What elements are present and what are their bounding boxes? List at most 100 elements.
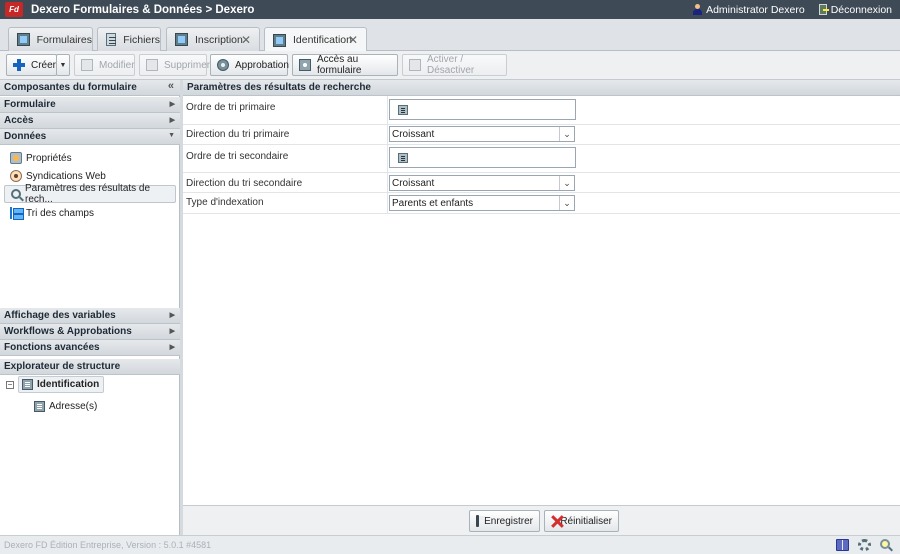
main-panel: Paramètres des résultats de recherche Or… [183,80,900,535]
tree-root[interactable]: − Identification [6,376,105,393]
select-value: Parents et enfants [392,197,474,209]
section-donnees[interactable]: Données ▼ [0,129,180,145]
field-label: Direction du tri secondaire [186,178,303,189]
field-label: Type d'indexation [186,197,264,208]
secondary-sort-direction-select[interactable]: Croissant ⌄ [389,175,575,191]
components-title: Composantes du formulaire [4,82,137,93]
close-icon[interactable]: ✕ [241,33,251,47]
tab-inscription[interactable]: Inscription ✕ [166,27,260,51]
form-row: Direction du tri primaire Croissant ⌄ [183,125,900,145]
form-row: Ordre de tri primaire [183,96,900,125]
tree-node-adresses[interactable]: Adresse(s) [34,401,97,412]
form-icon [17,33,30,46]
user-link[interactable]: Administrator Dexero [693,4,805,16]
close-icon[interactable]: ✕ [348,33,358,47]
search-icon[interactable] [880,539,890,549]
tab-label: Inscription [195,33,243,46]
create-label: Créer [31,59,57,71]
field-label: Ordre de tri secondaire [186,151,289,162]
field-picker-icon[interactable] [398,105,408,115]
structure-explorer-header: Explorateur de structure [0,359,180,375]
tree-node-label: Identification [37,379,100,390]
sidebar-item-tri-champs[interactable]: Tri des champs [4,204,94,222]
file-icon [106,33,117,46]
chevron-right-icon: ▶ [169,101,175,108]
logout-link[interactable]: Déconnexion [818,3,892,16]
collapse-icon[interactable]: « [168,80,174,92]
panel-title-label: Paramètres des résultats de recherche [187,82,371,93]
chevron-down-icon[interactable]: ⌄ [559,176,574,190]
rss-icon [10,170,22,182]
form-row: Ordre de tri secondaire [183,145,900,173]
chevron-down-icon[interactable]: ⌄ [559,127,574,141]
chevron-right-icon: ▶ [169,344,175,351]
user-icon [693,4,703,15]
create-button[interactable]: Créer [6,54,57,76]
primary-sort-direction-select[interactable]: Croissant ⌄ [389,126,575,142]
edit-icon [81,59,93,71]
save-icon [476,515,486,527]
field-picker-icon[interactable] [398,153,408,163]
primary-sort-field-input[interactable] [389,99,576,120]
toggle-active-button[interactable]: Activer / Désactiver [402,54,507,76]
form-row: Type d'indexation Parents et enfants ⌄ [183,193,900,214]
version-label: Dexero FD Édition Entreprise, Version : … [4,540,212,550]
indexing-type-select[interactable]: Parents et enfants ⌄ [389,195,575,211]
edit-button[interactable]: Modifier [74,54,135,76]
app-title: Dexero Formulaires & Données > Dexero [31,3,255,16]
form-footer: Enregistrer Réinitialiser [183,505,900,535]
gear-icon[interactable] [858,539,871,551]
create-dropdown-button[interactable]: ▼ [56,54,70,76]
approval-label: Approbation [235,59,289,71]
approval-icon [217,59,229,71]
tree-node-identification[interactable]: Identification [18,376,105,393]
save-button[interactable]: Enregistrer [469,510,540,532]
reset-button[interactable]: Réinitialiser [544,510,619,532]
form-node-icon [34,401,45,412]
delete-button[interactable]: Supprimer [139,54,210,76]
app-logo: Fd [5,2,23,17]
form-access-button[interactable]: Accès au formulaire [292,54,398,76]
save-label: Enregistrer [484,515,533,527]
collapse-tree-icon[interactable]: − [6,380,14,389]
sidebar-item-search-params[interactable]: Paramètres des résultats de rech... [4,183,176,205]
tab-label: Fichiers [123,33,160,46]
search-params-icon [11,189,21,199]
approval-button[interactable]: Approbation [210,54,289,76]
status-icons [836,539,890,551]
user-box: Administrator Dexero Déconnexion [693,0,892,19]
secondary-sort-field-input[interactable] [389,147,576,168]
user-name: Administrator Dexero [706,3,805,16]
sidebar-item-label: Tri des champs [26,207,94,219]
section-label: Fonctions avancées [4,342,100,353]
sidebar-item-label: Syndications Web [26,170,106,182]
form-icon [273,33,286,47]
form-access-label: Accès au formulaire [317,54,362,76]
logout-icon [818,4,829,15]
section-affichage-variables[interactable]: Affichage des variables ▶ [0,308,180,324]
title-bar: Fd Dexero Formulaires & Données > Dexero… [0,0,900,19]
chevron-down-icon: ▼ [168,132,175,139]
chevron-right-icon: ▶ [169,328,175,335]
sidebar-item-proprietes[interactable]: Propriétés [4,149,72,167]
help-book-icon[interactable] [836,539,849,551]
section-label: Données [4,131,47,142]
section-formulaire[interactable]: Formulaire ▶ [0,97,180,113]
tab-fichiers[interactable]: Fichiers [97,27,161,51]
section-label: Affichage des variables [4,310,116,321]
components-header[interactable]: Composantes du formulaire « [0,80,180,96]
logout-label: Déconnexion [830,3,892,16]
section-acces[interactable]: Accès ▶ [0,113,180,129]
chevron-down-icon[interactable]: ⌄ [559,196,574,210]
access-icon [299,59,311,71]
form-icon [175,33,188,46]
tab-formulaires[interactable]: Formulaires [8,27,93,51]
toggle-icon [409,59,421,71]
trash-icon [146,59,158,71]
chevron-right-icon: ▶ [169,117,175,124]
edit-label: Modifier [99,59,135,71]
section-workflows[interactable]: Workflows & Approbations ▶ [0,324,180,340]
tab-identification[interactable]: Identification ✕ [264,27,367,52]
tab-label: Identification [293,34,352,46]
section-fonctions-avancees[interactable]: Fonctions avancées ▶ [0,340,180,356]
